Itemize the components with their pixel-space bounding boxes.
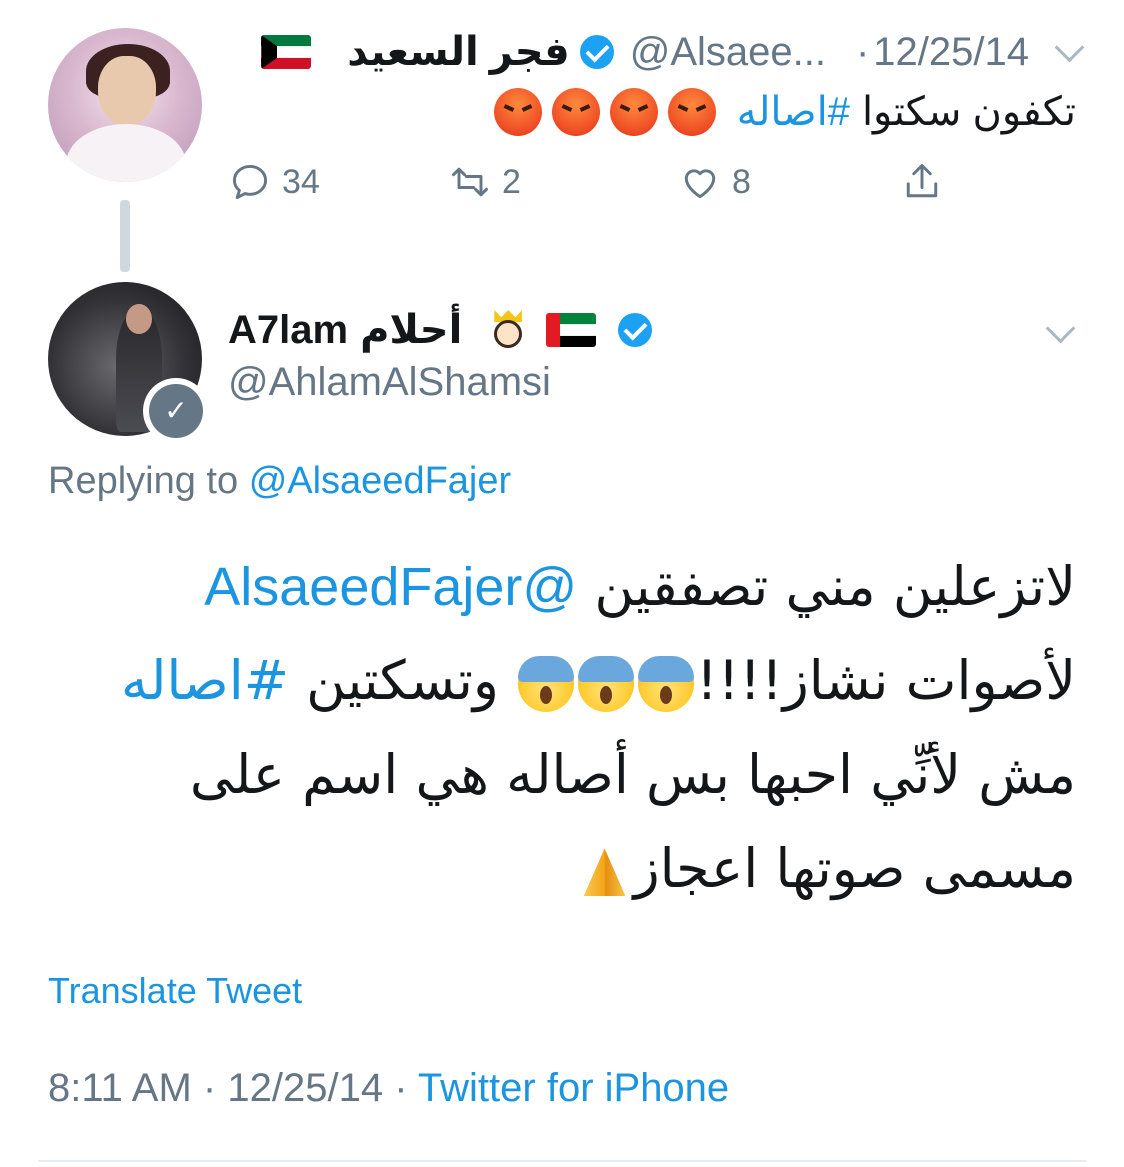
parent-tweet-header: فجر السعيد @Alsaee... · 12/25/14 <box>261 28 1085 76</box>
screaming-face-icon <box>578 656 635 713</box>
main-author-handle[interactable]: @AhlamAlShamsi <box>228 360 551 405</box>
pouting-face-icon <box>551 88 600 136</box>
pouting-face-icon <box>609 88 658 136</box>
reply-icon <box>232 164 268 200</box>
pouting-face-icon <box>667 88 716 136</box>
body-line-2: لأصوات نشاز!!!! وتسكتين #اصاله <box>48 634 1076 728</box>
verified-badge-icon <box>618 313 653 347</box>
chevron-down-icon[interactable] <box>1045 313 1076 344</box>
translate-tweet-link[interactable]: Translate Tweet <box>48 970 302 1012</box>
screaming-face-icon <box>518 656 575 713</box>
tweet-source-link[interactable]: Twitter for iPhone <box>418 1066 729 1110</box>
mention-link[interactable]: @AlsaeedFajer <box>204 557 577 617</box>
like-button[interactable]: 8 <box>678 160 751 204</box>
screaming-face-icon <box>638 656 695 713</box>
folded-hands-icon <box>576 844 634 900</box>
parent-author-name[interactable]: فجر السعيد <box>347 29 569 75</box>
verified-badge-icon <box>579 35 614 69</box>
reply-count: 34 <box>282 162 320 201</box>
following-badge: ✓ <box>143 378 209 444</box>
parent-tweet-date[interactable]: 12/25/14 <box>873 30 1029 75</box>
chevron-down-icon[interactable] <box>1054 32 1085 62</box>
princess-emoji-icon <box>488 310 528 350</box>
body-line-1: لاتزعلين مني تصفقين @AlsaeedFajer <box>48 540 1076 634</box>
tweet-meta: 8:11 AM · 12/25/14 · Twitter for iPhone <box>48 1066 729 1111</box>
replying-prefix: Replying to <box>48 460 239 502</box>
separator-dot: · <box>202 1066 217 1110</box>
reply-button[interactable]: 34 <box>228 160 320 204</box>
parent-author-avatar[interactable] <box>48 28 202 182</box>
main-author-header: A7lam أحلام <box>228 306 662 354</box>
parent-tweet-text: تكفون سكتوا #اصاله <box>489 88 1076 136</box>
share-button[interactable] <box>900 160 954 204</box>
replying-handle-link[interactable]: @AlsaeedFajer <box>249 460 511 502</box>
heart-icon <box>684 169 716 199</box>
replying-to: Replying to @AlsaeedFajer <box>48 460 511 503</box>
uae-flag-icon <box>546 313 597 347</box>
main-author-name-latin[interactable]: A7lam <box>228 308 348 353</box>
separator-dot: · <box>855 29 870 74</box>
body-text-segment: مسمى صوتها اعجاز <box>633 837 1076 900</box>
body-line-3: مش لأنِّي احبها بس أصاله هي اسم على <box>189 743 1076 806</box>
main-author-name-arabic[interactable]: أحلام <box>360 307 462 353</box>
parent-tweet-body: تكفون سكتوا <box>861 90 1076 134</box>
main-tweet-body: لاتزعلين مني تصفقين @AlsaeedFajer لأصوات… <box>48 540 1076 916</box>
avatar-head <box>126 304 152 334</box>
pouting-face-icon <box>493 88 542 136</box>
tweet-date: 12/25/14 <box>227 1066 384 1110</box>
retweet-icon <box>452 167 488 197</box>
body-line-4: مسمى صوتها اعجاز <box>48 822 1076 916</box>
following-check-icon: ✓ <box>149 384 203 438</box>
hashtag-link[interactable]: #اصاله <box>121 649 289 712</box>
like-count: 8 <box>732 162 751 201</box>
parent-tweet-actions: 34 2 8 <box>228 160 988 220</box>
avatar-body <box>66 124 186 182</box>
bottom-divider <box>38 1160 1086 1162</box>
parent-author-handle[interactable]: @Alsaee... <box>630 30 826 75</box>
more-options[interactable] <box>1045 313 1076 344</box>
separator-dot: · <box>394 1066 408 1110</box>
body-text-segment: لاتزعلين مني تصفقين <box>594 555 1076 618</box>
tweet-time: 8:11 AM <box>48 1066 192 1110</box>
avatar-face <box>98 56 156 126</box>
retweet-count: 2 <box>502 162 521 201</box>
body-text-segment: لأصوات نشاز!!!! <box>696 649 1076 712</box>
kuwait-flag-icon <box>261 35 312 69</box>
share-icon <box>906 164 938 198</box>
retweet-button[interactable]: 2 <box>448 160 521 204</box>
emoji-group <box>489 88 721 136</box>
thread-connector-line <box>120 200 130 272</box>
hashtag-link[interactable]: #اصاله <box>737 89 850 135</box>
body-text-segment: وتسكتين <box>306 649 499 712</box>
